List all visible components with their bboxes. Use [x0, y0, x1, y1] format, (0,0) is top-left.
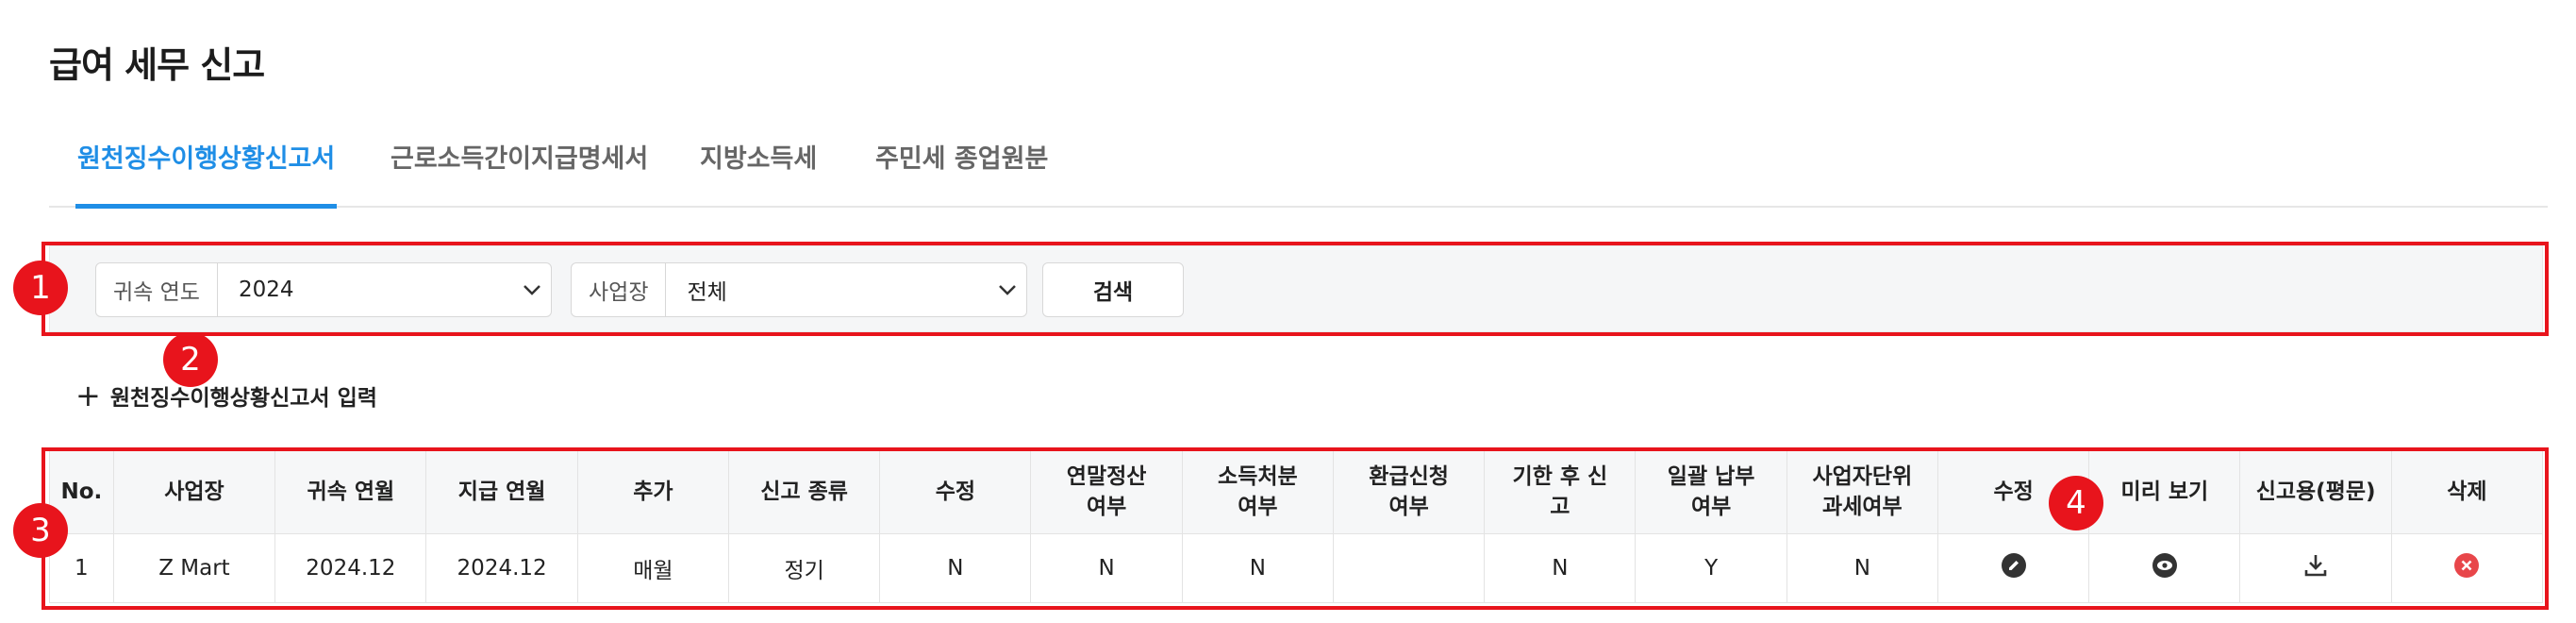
cell-income-disposal: N	[1181, 533, 1334, 603]
column-header: 수정	[879, 449, 1032, 534]
year-select[interactable]: 귀속 연도 2024	[95, 262, 552, 317]
cell-preview	[2088, 533, 2241, 603]
tab-bar: 원천징수이행상황신고서 근로소득간이지급명세서 지방소득세 주민세 종업원분	[49, 140, 2548, 209]
table-row[interactable]: 1 Z Mart 2024.12 2024.12 매월 정기 N N N N Y…	[49, 533, 2543, 603]
column-header: 미리 보기	[2088, 449, 2241, 534]
cell-bulk-payment: Y	[1635, 533, 1787, 603]
search-button[interactable]: 검색	[1042, 262, 1184, 317]
add-withholding-report-label: 원천징수이행상황신고서 입력	[109, 386, 377, 411]
column-header: 삭제	[2390, 449, 2543, 534]
column-header: 신고용(평문)	[2239, 449, 2392, 534]
column-header: 신고 종류	[727, 449, 881, 534]
filter-bar: 귀속 연도 2024 사업장 전체 검색	[49, 245, 2543, 332]
cell-report-type: 정기	[727, 533, 881, 603]
site-select-value: 전체	[687, 280, 727, 305]
cell-download	[2239, 533, 2392, 603]
page-title: 급여 세무 신고	[49, 44, 265, 86]
annotation-marker-1: 1	[13, 261, 68, 315]
delete-icon[interactable]	[2452, 551, 2481, 580]
cell-site: Z Mart	[112, 533, 276, 603]
column-header: 일괄 납부 여부	[1635, 449, 1787, 534]
column-header: 귀속 연월	[274, 449, 427, 534]
report-table: No. 사업장 귀속 연월 지급 연월 추가 신고 종류 수정 연말정산 여부 …	[49, 449, 2543, 610]
year-select-value: 2024	[238, 278, 294, 302]
chevron-down-icon	[989, 263, 1026, 316]
chevron-down-icon	[513, 263, 551, 316]
tab-withholding-report[interactable]: 원천징수이행상황신고서	[75, 140, 338, 209]
tab-resident-tax-employee[interactable]: 주민세 종업원분	[875, 140, 1048, 204]
annotation-marker-4: 4	[2049, 476, 2103, 530]
cell-additional: 매월	[576, 533, 729, 603]
cell-attribution-month: 2024.12	[274, 533, 427, 603]
year-select-label: 귀속 연도	[96, 263, 218, 316]
tab-simple-payment-statement[interactable]: 근로소득간이지급명세서	[391, 140, 648, 204]
column-header: 환급신청 여부	[1332, 449, 1486, 534]
site-select-label: 사업장	[572, 263, 667, 316]
site-select[interactable]: 사업장 전체	[571, 262, 1027, 317]
cell-delete	[2390, 533, 2543, 603]
column-header: 추가	[576, 449, 729, 534]
column-header: 연말정산 여부	[1030, 449, 1183, 534]
annotation-marker-2: 2	[163, 332, 218, 387]
cell-amended: N	[879, 533, 1032, 603]
download-icon[interactable]	[2302, 551, 2330, 580]
cell-late-filing: N	[1484, 533, 1637, 603]
cell-payment-month: 2024.12	[425, 533, 578, 603]
eye-icon[interactable]	[2151, 551, 2179, 580]
table-header-row: No. 사업장 귀속 연월 지급 연월 추가 신고 종류 수정 연말정산 여부 …	[49, 449, 2543, 534]
add-withholding-report-button[interactable]: + 원천징수이행상황신고서 입력	[75, 379, 377, 412]
cell-edit	[1936, 533, 2090, 603]
column-header: 소득처분 여부	[1181, 449, 1334, 534]
cell-unit-taxation: N	[1786, 533, 1938, 603]
annotation-marker-3: 3	[13, 503, 68, 558]
column-header: 사업자단위 과세여부	[1786, 449, 1938, 534]
cell-year-end-settlement: N	[1030, 533, 1183, 603]
column-header: 지급 연월	[425, 449, 578, 534]
column-header: 사업장	[112, 449, 276, 534]
tab-local-income-tax[interactable]: 지방소득세	[700, 140, 817, 204]
cell-refund-request	[1332, 533, 1486, 603]
plus-icon: +	[75, 378, 101, 413]
pencil-icon[interactable]	[2000, 551, 2028, 580]
column-header: 기한 후 신 고	[1484, 449, 1637, 534]
